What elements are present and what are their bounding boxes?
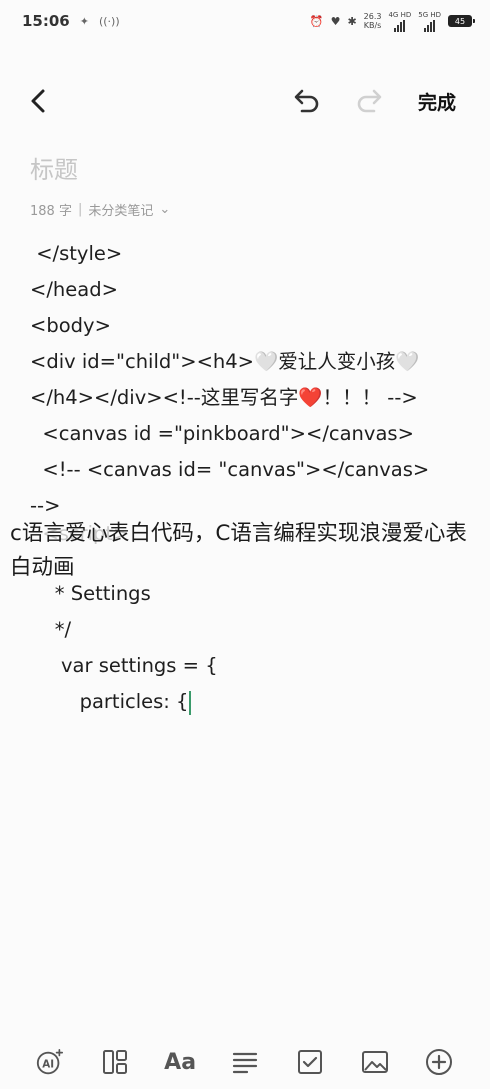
notification-icon: ✦ (79, 14, 89, 28)
layout-icon (103, 1050, 128, 1074)
clock: 15:06 (22, 12, 70, 30)
template-button[interactable] (100, 1047, 130, 1077)
status-left: 15:06 ✦ ((·)) (22, 12, 120, 30)
code-line: </style> (30, 242, 123, 265)
code-line: var settings = { (30, 654, 218, 677)
code-line-with-cursor: particles: { (30, 684, 480, 720)
insert-image-button[interactable] (360, 1047, 390, 1077)
editor-toolbar: 完成 (0, 80, 490, 124)
title-input[interactable]: 标题 (30, 150, 78, 185)
signal-bars-icon (424, 19, 436, 32)
char-count: 188 字 (30, 204, 72, 219)
note-body[interactable]: </style> </head> <body> <div id="child">… (30, 236, 480, 720)
undo-icon (294, 89, 319, 113)
bottom-toolbar: AI Aa (0, 1040, 490, 1084)
code-line: particles: { (30, 690, 189, 713)
ai-assistant-button[interactable]: AI (35, 1047, 65, 1077)
status-right: ⏰ ♥ ✱ 26.3 KB/s 4G HD 5G HD 45 (309, 11, 475, 32)
code-line: <body> (30, 314, 111, 337)
nfc-icon: ((·)) (98, 14, 120, 28)
font-format-button[interactable]: Aa (164, 1047, 196, 1077)
add-button[interactable] (424, 1047, 454, 1077)
undo-button[interactable] (288, 84, 322, 118)
heart-icon: ♥ (330, 14, 341, 28)
chevron-down-icon[interactable]: ⌄ (159, 202, 170, 217)
network-speed: 26.3 KB/s (363, 12, 382, 30)
alarm-icon: ⏰ (309, 14, 324, 28)
signal-1: 4G HD (388, 11, 411, 32)
checkbox-icon (297, 1050, 322, 1074)
code-line: <div id="child"><h4>🤍爱让人变小孩🤍 (30, 350, 420, 373)
category-selector[interactable]: 未分类笔记 (88, 200, 153, 219)
back-button[interactable] (24, 86, 54, 116)
text-align-button[interactable] (230, 1047, 260, 1077)
divider: | (77, 202, 83, 217)
chevron-left-icon (31, 89, 45, 113)
code-line: */ (30, 618, 72, 641)
done-button[interactable]: 完成 (418, 88, 456, 115)
code-line: </h4></div><!--这里写名字❤️！！！ --> (30, 386, 418, 409)
note-meta: 188 字 | 未分类笔记 ⌄ (30, 200, 170, 219)
plus-circle-icon (426, 1049, 453, 1075)
bluetooth-icon: ✱ (347, 14, 357, 28)
text-cursor (189, 690, 192, 715)
svg-text:AI: AI (43, 1059, 55, 1071)
signal-2: 5G HD (418, 11, 441, 32)
checklist-button[interactable] (295, 1047, 325, 1077)
redo-button[interactable] (354, 84, 388, 118)
align-left-icon (232, 1052, 258, 1074)
ai-icon: AI (37, 1048, 64, 1075)
code-line: </head> (30, 278, 118, 301)
signal-bars-icon (394, 19, 406, 32)
code-line: <canvas id ="pinkboard"></canvas> (30, 422, 414, 445)
battery-icon: 45 (448, 15, 475, 27)
overlay-caption: c语言爱心表白代码，C语言编程实现浪漫爱心表白动画 (10, 521, 467, 580)
image-icon (361, 1051, 388, 1073)
code-line: <!-- <canvas id= "canvas"></canvas> (30, 458, 430, 481)
redo-icon (357, 89, 382, 113)
status-bar: 15:06 ✦ ((·)) ⏰ ♥ ✱ 26.3 KB/s 4G HD 5G H… (0, 0, 490, 42)
